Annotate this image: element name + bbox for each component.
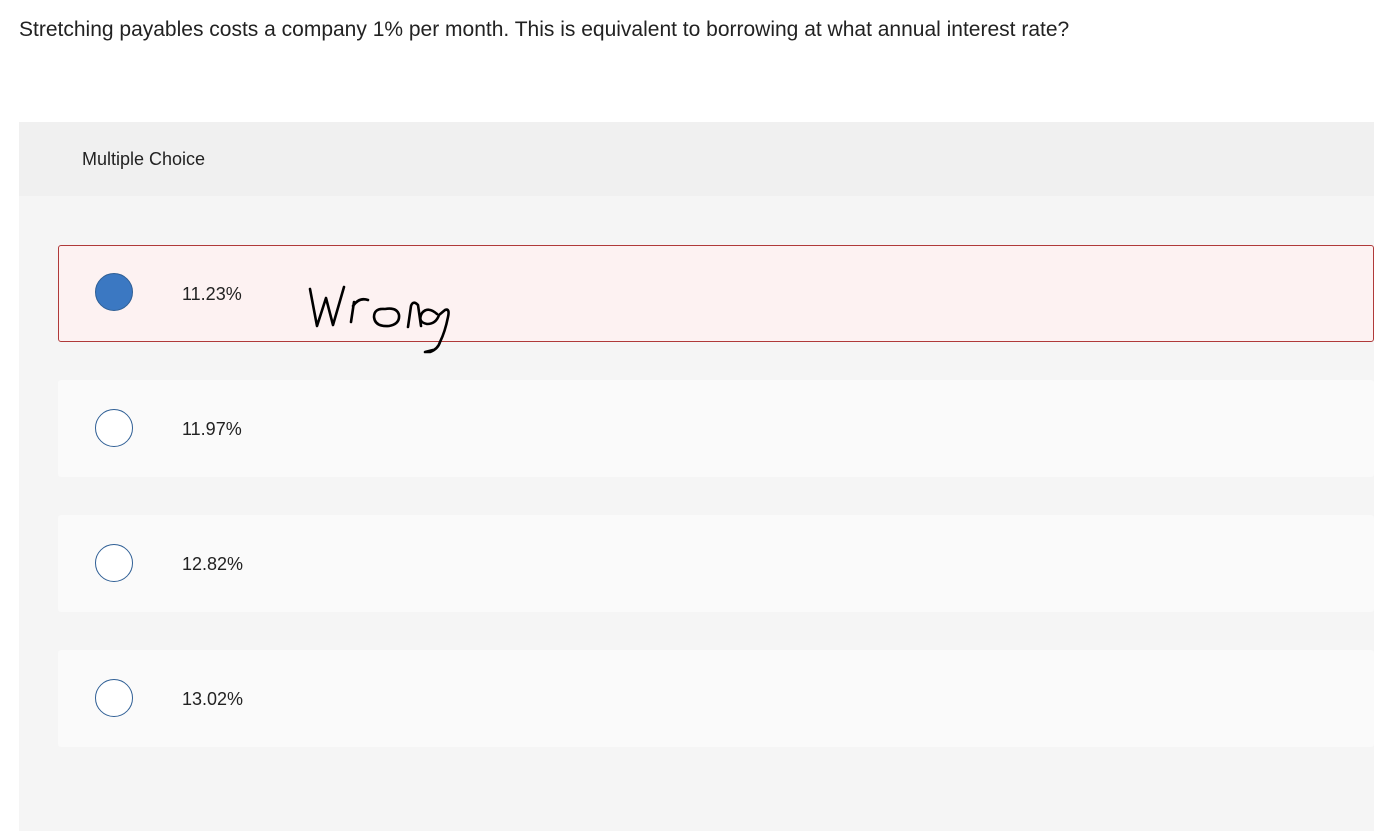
handwriting-stroke-o: [372, 307, 401, 328]
answer-option-label: 11.97%: [182, 419, 242, 439]
handwritten-wrong-annotation: [308, 285, 450, 354]
radio-button[interactable]: [95, 679, 133, 717]
question-page: Stretching payables costs a company 1% p…: [0, 0, 1374, 831]
multiple-choice-panel: Multiple Choice 11.23% 11.97% 12.82% 13.…: [19, 122, 1374, 831]
answer-option-1[interactable]: 11.23%: [58, 245, 1374, 342]
handwriting-stroke-n: [406, 301, 423, 329]
multiple-choice-title: Multiple Choice: [82, 149, 206, 169]
answer-option-4[interactable]: 13.02%: [58, 650, 1374, 747]
answer-option-label: 11.23%: [182, 284, 242, 304]
multiple-choice-header: Multiple Choice: [19, 122, 1374, 196]
radio-button[interactable]: [95, 409, 133, 447]
answer-option-2[interactable]: 11.97%: [58, 380, 1374, 477]
handwriting-stroke-w: [308, 285, 346, 328]
answer-option-3[interactable]: 12.82%: [58, 515, 1374, 612]
handwriting-stroke-g: [419, 308, 450, 354]
radio-button[interactable]: [95, 544, 133, 582]
radio-button-selected[interactable]: [95, 273, 133, 311]
answer-option-label: 12.82%: [182, 554, 244, 574]
answer-option-label: 13.02%: [182, 689, 244, 709]
question-text: Stretching payables costs a company 1% p…: [19, 18, 1070, 41]
handwriting-stroke-r: [349, 297, 370, 324]
